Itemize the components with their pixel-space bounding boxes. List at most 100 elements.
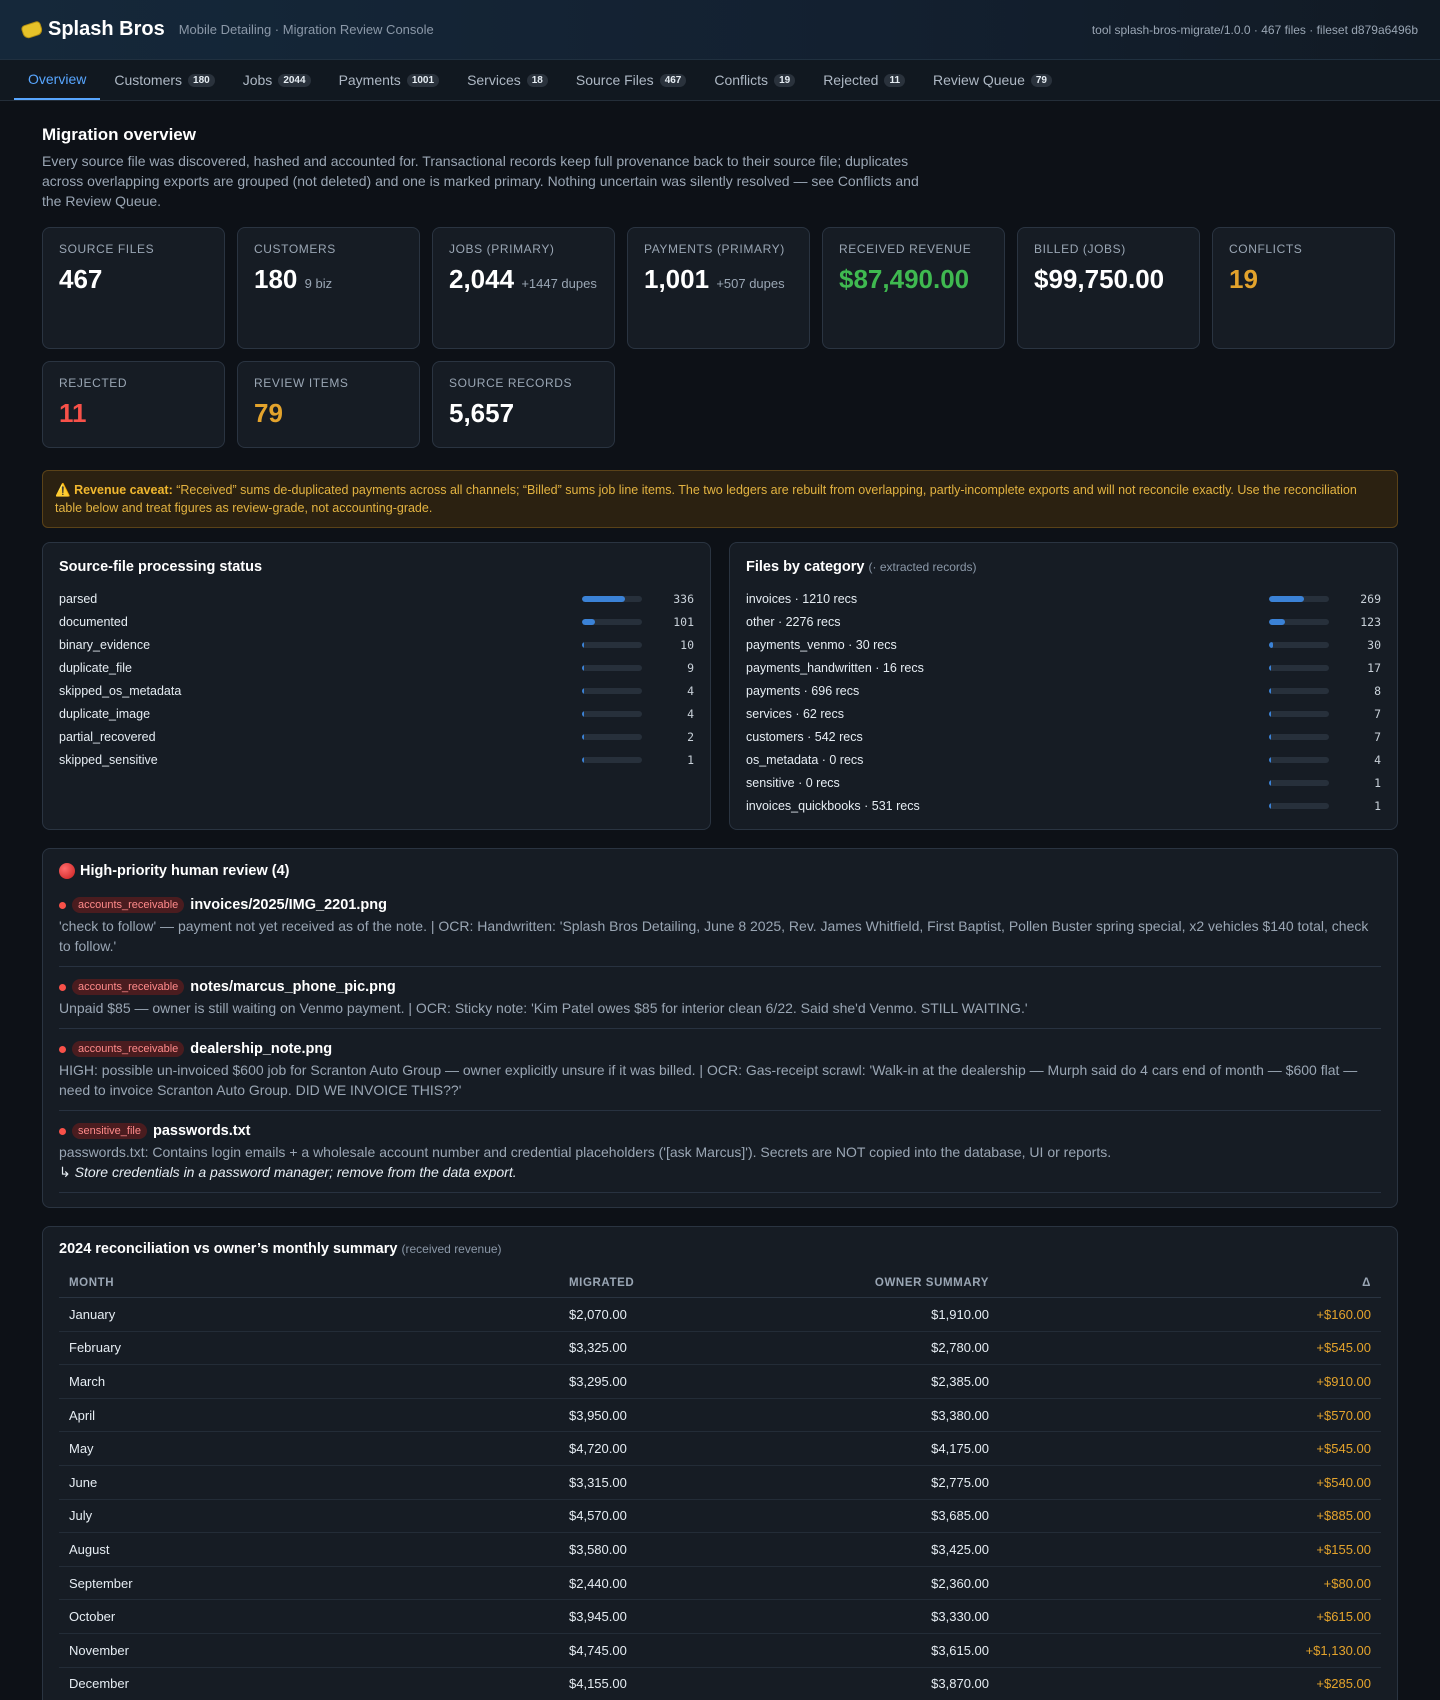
tab-count-badge: 467 — [659, 73, 687, 87]
review-file-name[interactable]: dealership_note.png — [190, 1041, 332, 1057]
stat-value: 79 — [254, 398, 283, 428]
category-bar-fill — [1269, 687, 1271, 694]
tab-bar: Overview Customers 180 Jobs 2044 Payments 1001… — [0, 60, 1440, 101]
review-tag: accounts_receivable — [72, 1041, 185, 1057]
tab-services[interactable]: Services 18 — [453, 60, 562, 100]
brand[interactable]: Splash Bros — [20, 18, 165, 41]
stat-label: REJECTED — [59, 376, 128, 390]
owner-summary-cell: $3,615.00 — [699, 1633, 999, 1668]
stat-card-received-revenue: RECEIVED REVENUE $87,490.00 — [822, 227, 1005, 349]
reconciliation-title-text: 2024 reconciliation vs owner’s monthly s… — [59, 1241, 398, 1257]
status-bar-track — [582, 687, 642, 694]
stat-card-customers: CUSTOMERS 180 9 biz — [237, 227, 420, 349]
tab-review-queue[interactable]: Review Queue 79 — [919, 60, 1066, 100]
stat-card-source-files: SOURCE FILES 467 — [42, 227, 225, 349]
tab-customers[interactable]: Customers 180 — [100, 60, 228, 100]
app-subtitle: Mobile Detailing · Migration Review Cons… — [178, 22, 434, 37]
column-header[interactable]: OWNER SUMMARY — [699, 1269, 999, 1298]
review-item-header: accounts_receivable notes/marcus_phone_pi… — [59, 979, 1381, 995]
category-row: invoices · 1210 recs 269 — [746, 587, 1381, 610]
category-bar-fill — [1269, 710, 1271, 717]
tab-label: Conflicts — [714, 72, 769, 88]
delta-cell: +$155.00 — [999, 1532, 1381, 1567]
status-row: duplicate_image 4 — [59, 702, 694, 725]
reconciliation-table: MONTH MIGRATED OWNER SUMMARY Δ January $2,07… — [59, 1269, 1381, 1700]
category-title-text: Files by category — [746, 559, 865, 575]
processing-status-panel: Source-file processing status parsed 336 d… — [42, 542, 711, 830]
status-bar-fill — [582, 756, 584, 763]
tool-info: tool splash-bros-migrate/1.0.0 · 467 fil… — [1091, 22, 1418, 37]
status-bar-track — [582, 664, 642, 671]
status-label: duplicate_image — [59, 706, 151, 721]
migrated-cell: $3,315.00 — [569, 1465, 699, 1500]
tab-payments[interactable]: Payments 1001 — [325, 60, 454, 100]
status-row: documented 101 — [59, 610, 694, 633]
category-subtitle: (· extracted records) — [868, 560, 977, 574]
reconciliation-subtitle: (received revenue) — [401, 1242, 502, 1256]
table-row: February $3,325.00 $2,780.00 +$545.00 — [59, 1331, 1381, 1366]
status-count: 4 — [687, 683, 694, 698]
status-count: 10 — [680, 637, 694, 652]
stat-value-wrap: 467 — [59, 264, 208, 295]
review-item[interactable]: accounts_receivable dealership_note.png HI… — [59, 1035, 1381, 1111]
tab-rejected[interactable]: Rejected 11 — [809, 60, 919, 100]
status-row: binary_evidence 10 — [59, 633, 694, 656]
review-file-name[interactable]: invoices/2025/IMG_2201.png — [190, 897, 387, 913]
category-count: 123 — [1360, 614, 1381, 629]
status-bar-fill — [582, 733, 584, 740]
stat-card-billed-jobs: BILLED (JOBS) $99,750.00 — [1017, 227, 1200, 349]
category-bar-fill — [1269, 802, 1271, 809]
tab-jobs[interactable]: Jobs 2044 — [229, 60, 325, 100]
month-cell: February — [59, 1331, 569, 1366]
review-description: Unpaid $85 — owner is still waiting on V… — [59, 1000, 1028, 1016]
column-header[interactable]: MIGRATED — [569, 1269, 699, 1298]
month-cell: March — [59, 1364, 569, 1399]
category-bar-fill — [1269, 756, 1271, 763]
status-label: skipped_os_metadata — [59, 683, 182, 698]
column-header[interactable]: MONTH — [59, 1269, 569, 1298]
review-item[interactable]: sensitive_file passwords.txt passwords.txt… — [59, 1117, 1381, 1193]
column-header[interactable]: Δ — [999, 1269, 1381, 1298]
delta-cell: +$285.00 — [999, 1667, 1381, 1700]
category-label: payments · 696 recs — [746, 683, 860, 698]
status-row: partial_recovered 2 — [59, 725, 694, 748]
tab-label: Review Queue — [933, 72, 1025, 88]
month-cell: May — [59, 1431, 569, 1466]
category-label: sensitive · 0 recs — [746, 775, 840, 790]
category-bar-track — [1269, 595, 1329, 602]
table-row: June $3,315.00 $2,775.00 +$540.00 — [59, 1465, 1381, 1500]
category-count: 8 — [1374, 683, 1381, 698]
category-count: 1 — [1374, 798, 1381, 813]
priority-dot-icon — [59, 983, 66, 991]
stat-value: 467 — [59, 264, 103, 294]
month-cell: August — [59, 1532, 569, 1567]
review-file-name[interactable]: notes/marcus_phone_pic.png — [190, 979, 395, 995]
tab-label: Jobs — [242, 72, 273, 88]
tab-count-badge: 79 — [1030, 73, 1052, 87]
review-item-header: sensitive_file passwords.txt — [59, 1123, 1381, 1139]
month-cell: April — [59, 1398, 569, 1433]
priority-dot-icon — [59, 1045, 66, 1053]
tab-source-files[interactable]: Source Files 467 — [562, 60, 701, 100]
caveat-lead: Revenue caveat: — [74, 483, 173, 497]
tab-conflicts[interactable]: Conflicts 19 — [700, 60, 809, 100]
review-item[interactable]: accounts_receivable invoices/2025/IMG_220… — [59, 891, 1381, 967]
tab-overview[interactable]: Overview — [14, 60, 101, 100]
review-item[interactable]: accounts_receivable notes/marcus_phone_pi… — [59, 973, 1381, 1029]
category-label: payments_venmo · 30 recs — [746, 637, 897, 652]
delta-cell: +$545.00 — [999, 1331, 1381, 1366]
review-description: passwords.txt: Contains login emails + a… — [59, 1144, 1112, 1160]
month-cell: January — [59, 1297, 569, 1332]
migrated-cell: $3,945.00 — [569, 1599, 699, 1634]
category-bar-track — [1269, 641, 1329, 648]
review-file-name[interactable]: passwords.txt — [153, 1123, 251, 1139]
table-row: December $4,155.00 $3,870.00 +$285.00 — [59, 1667, 1381, 1700]
review-title: High-priority human review (4) — [59, 863, 1381, 879]
category-count: 1 — [1374, 775, 1381, 790]
tab-label: Payments — [338, 72, 401, 88]
processing-status-title: Source-file processing status — [59, 559, 263, 575]
table-row: November $4,745.00 $3,615.00 +$1,130.00 — [59, 1633, 1381, 1668]
delta-cell: +$540.00 — [999, 1465, 1381, 1500]
status-label: parsed — [59, 591, 98, 606]
owner-summary-cell: $4,175.00 — [699, 1431, 999, 1466]
